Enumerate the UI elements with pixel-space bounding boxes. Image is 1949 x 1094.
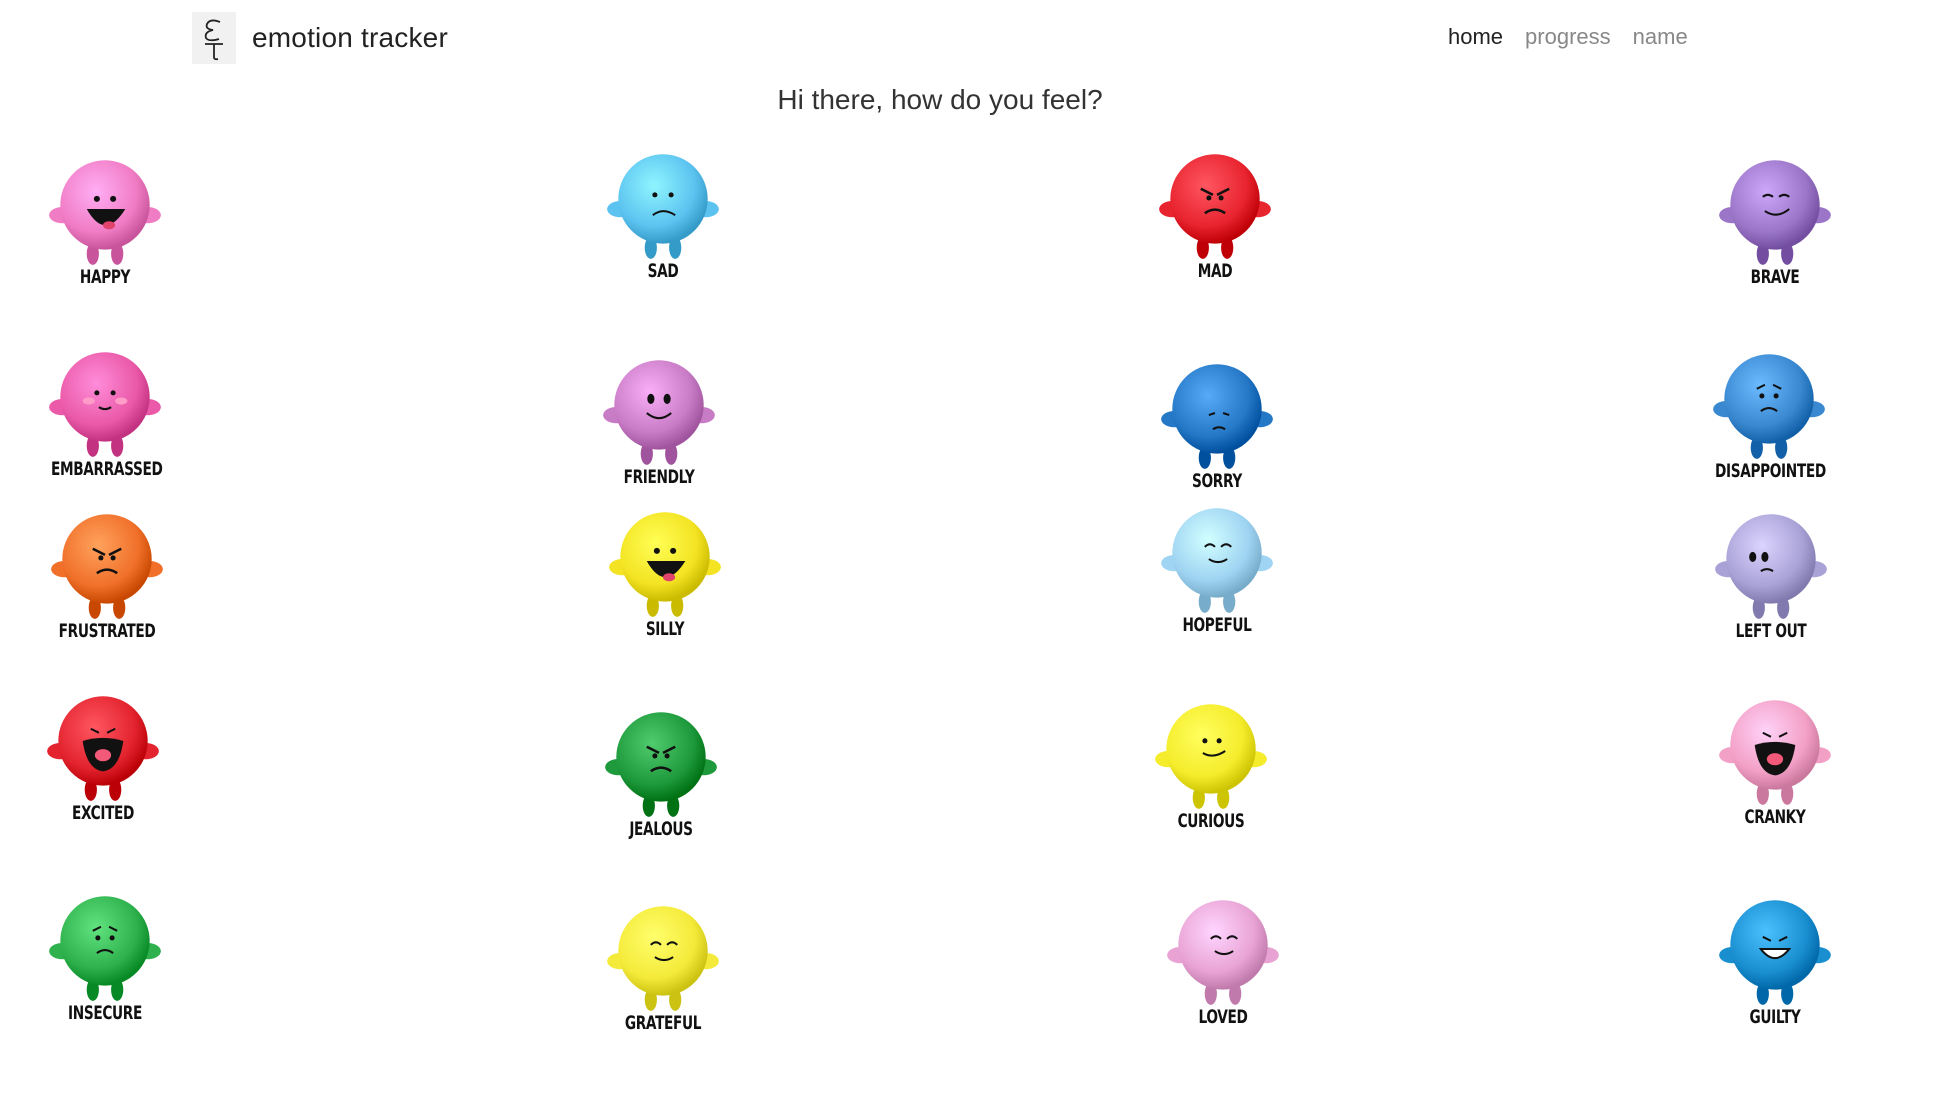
emotion-cranky[interactable]: CRANKY: [1700, 688, 1850, 848]
curious-character-icon: [1136, 692, 1286, 812]
nav-progress[interactable]: progress: [1525, 24, 1611, 50]
emotion-mad[interactable]: MAD: [1140, 142, 1290, 302]
nav-home[interactable]: home: [1448, 24, 1503, 50]
emotion-embarrassed[interactable]: EMBARRASSED: [30, 340, 180, 500]
guilty-character-icon: [1700, 888, 1850, 1008]
emotion-label: HAPPY: [79, 266, 131, 288]
hopeful-character-icon: [1142, 496, 1292, 616]
emotion-frustrated[interactable]: FRUSTRATED: [32, 502, 182, 662]
emotion-loved[interactable]: LOVED: [1148, 888, 1298, 1048]
emotion-label: FRUSTRATED: [58, 620, 156, 642]
emotion-grid: HAPPY SAD MAD BRAVE EMBARRASSED FRIENDLY…: [0, 136, 1949, 1094]
emotion-jealous[interactable]: JEALOUS: [586, 700, 736, 860]
sorry-character-icon: [1142, 352, 1292, 472]
emotion-curious[interactable]: CURIOUS: [1136, 692, 1286, 852]
emotion-label: GRATEFUL: [624, 1012, 702, 1034]
emotion-grateful[interactable]: GRATEFUL: [588, 894, 738, 1054]
emotion-label: GUILTY: [1749, 1006, 1801, 1028]
emotion-label: JEALOUS: [629, 818, 693, 840]
emotion-label: MAD: [1197, 260, 1233, 282]
emotion-insecure[interactable]: INSECURE: [30, 884, 180, 1044]
emotion-label: SILLY: [645, 618, 685, 640]
brave-character-icon: [1700, 148, 1850, 268]
emotion-sorry[interactable]: SORRY: [1142, 352, 1292, 512]
emotion-label: LOVED: [1198, 1006, 1248, 1028]
navbar: emotion tracker home progress name: [0, 0, 1949, 75]
emotion-label: FRIENDLY: [623, 466, 695, 488]
cranky-character-icon: [1700, 688, 1850, 808]
emotion-label: SAD: [647, 260, 679, 282]
excited-character-icon: [28, 684, 178, 804]
embarrassed-character-icon: [30, 340, 180, 460]
emotion-excited[interactable]: EXCITED: [28, 684, 178, 844]
emotion-label: DISAPPOINTED: [1715, 460, 1826, 482]
emotion-silly[interactable]: SILLY: [590, 500, 740, 660]
page-greeting: Hi there, how do you feel?: [777, 84, 1103, 115]
emotion-left-out[interactable]: LEFT OUT: [1696, 502, 1846, 662]
silly-character-icon: [590, 500, 740, 620]
sad-character-icon: [588, 142, 738, 262]
emotion-label: EMBARRASSED: [50, 458, 163, 480]
mad-character-icon: [1140, 142, 1290, 262]
loved-character-icon: [1148, 888, 1298, 1008]
brand-link[interactable]: emotion tracker: [186, 10, 448, 66]
emotion-hopeful[interactable]: HOPEFUL: [1142, 496, 1292, 656]
emotion-label: SORRY: [1192, 470, 1242, 492]
nav-name[interactable]: name: [1633, 24, 1688, 50]
emotion-label: HOPEFUL: [1182, 614, 1252, 636]
emotion-label: CURIOUS: [1177, 810, 1245, 832]
jealous-character-icon: [586, 700, 736, 820]
e-t-logo-icon: [186, 10, 242, 66]
disappointed-character-icon: [1694, 342, 1844, 462]
emotion-sad[interactable]: SAD: [588, 142, 738, 302]
emotion-happy[interactable]: HAPPY: [30, 148, 180, 308]
insecure-character-icon: [30, 884, 180, 1004]
grateful-character-icon: [588, 894, 738, 1014]
emotion-label: BRAVE: [1750, 266, 1800, 288]
emotion-label: EXCITED: [71, 802, 135, 824]
emotion-brave[interactable]: BRAVE: [1700, 148, 1850, 308]
happy-character-icon: [30, 148, 180, 268]
emotion-label: LEFT OUT: [1735, 620, 1807, 642]
brand-name: emotion tracker: [252, 22, 448, 53]
left-out-character-icon: [1696, 502, 1846, 622]
emotion-guilty[interactable]: GUILTY: [1700, 888, 1850, 1048]
emotion-disappointed[interactable]: DISAPPOINTED: [1694, 342, 1844, 502]
friendly-character-icon: [584, 348, 734, 468]
frustrated-character-icon: [32, 502, 182, 622]
emotion-label: INSECURE: [68, 1002, 142, 1024]
emotion-label: CRANKY: [1744, 806, 1806, 828]
emotion-friendly[interactable]: FRIENDLY: [584, 348, 734, 508]
main-nav: home progress name: [1448, 24, 1688, 50]
